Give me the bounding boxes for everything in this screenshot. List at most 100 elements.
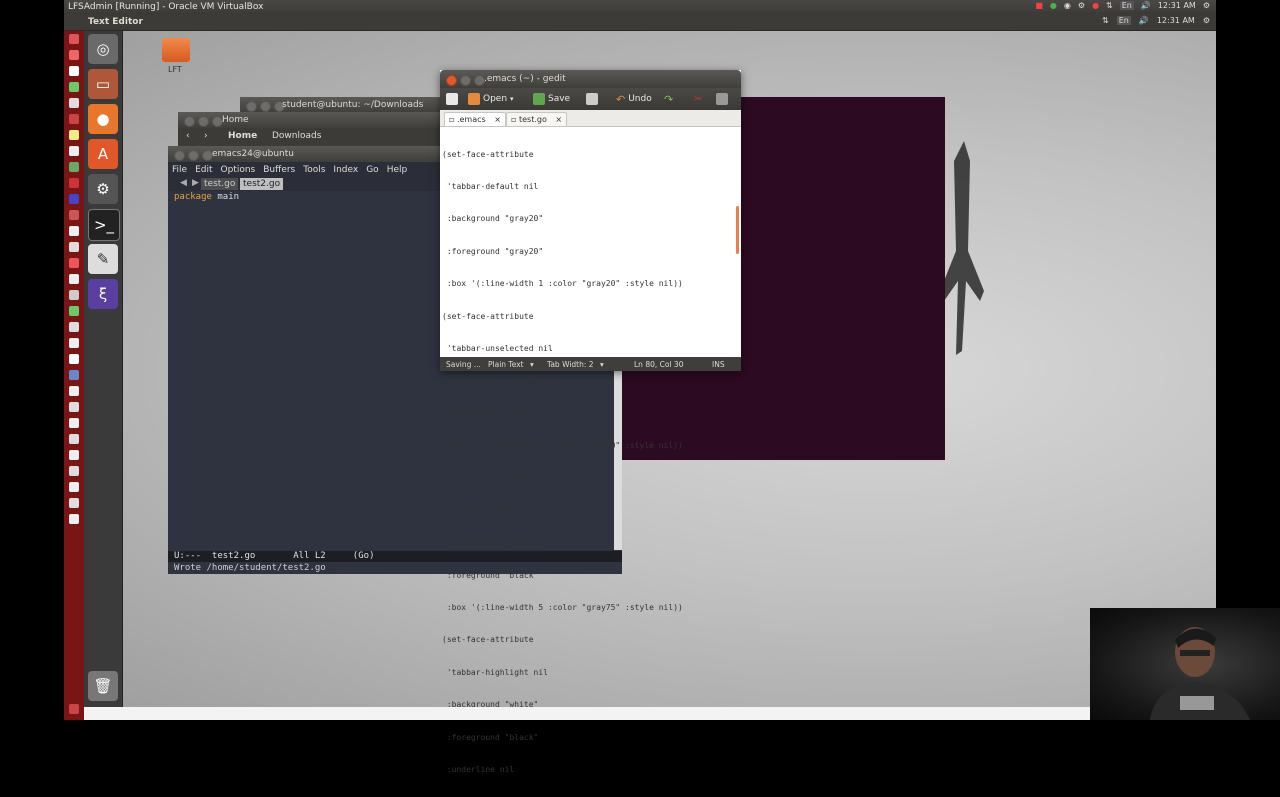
trash-icon[interactable]: 🗑 [88,671,118,701]
files-icon[interactable]: ▭ [88,69,118,99]
menu-options[interactable]: Options [221,165,256,175]
print-button[interactable] [586,92,598,106]
emacs-tab-test-go[interactable]: test.go [201,178,239,190]
desktop-folder-label[interactable]: LFT [168,65,182,74]
host-app-icon[interactable] [69,98,79,108]
host-app-icon[interactable] [69,354,79,364]
volume-icon[interactable]: 🔊 [1141,1,1151,10]
gedit-window[interactable]: .emacs (~) - gedit Open ▾ Save ↶ Undo ↷ ✂ … [440,70,741,774]
host-app-icon[interactable] [69,466,79,476]
minimize-icon[interactable] [460,75,471,86]
back-icon[interactable]: ‹ [186,131,190,141]
breadcrumb-downloads[interactable]: Downloads [272,131,321,141]
gear-icon[interactable]: ⚙ [1203,1,1210,10]
network-icon[interactable]: ⇅ [1102,16,1109,25]
menu-buffers[interactable]: Buffers [263,165,295,175]
host-app-icon[interactable] [69,418,79,428]
folder-icon[interactable] [162,38,190,62]
host-clock[interactable]: 12:31 AM [1158,1,1196,10]
guest-clock[interactable]: 12:31 AM [1157,16,1195,25]
host-app-icon[interactable] [69,210,79,220]
host-app-icon[interactable] [69,130,79,140]
host-app-icon[interactable] [69,34,79,44]
chevron-down-icon[interactable]: ▾ [600,360,604,369]
host-app-icon[interactable] [69,386,79,396]
gedit-text-area[interactable]: (set-face-attribute 'tabbar-default nil … [442,128,683,797]
chevron-down-icon[interactable]: ▾ [510,95,514,103]
forward-icon[interactable]: › [204,131,208,141]
tab-scroll-right-icon[interactable]: ▶ [192,178,199,188]
host-app-icon[interactable] [69,482,79,492]
host-app-icon[interactable] [69,338,79,348]
new-document-button[interactable] [446,92,458,106]
menu-edit[interactable]: Edit [195,165,212,175]
language-selector[interactable]: Plain Text [488,360,524,369]
copy-button[interactable] [716,92,728,106]
close-icon[interactable] [446,75,457,86]
emacs-tab-test2-go[interactable]: test2.go [240,178,284,190]
text-editor-icon[interactable]: ✎ [88,244,118,274]
tab-width-selector[interactable]: Tab Width: 2 [547,360,594,369]
chevron-down-icon[interactable]: ▾ [530,360,534,369]
host-app-icon[interactable] [69,178,79,188]
close-tab-icon[interactable]: × [555,115,562,124]
save-button[interactable]: Save [533,92,570,106]
host-app-icon[interactable] [69,370,79,380]
menu-go[interactable]: Go [366,165,378,175]
keyboard-icon[interactable]: En [1116,16,1131,25]
close-icon[interactable] [246,101,257,112]
gedit-tab-emacs[interactable]: ▫ .emacs × [444,112,506,126]
language-indicator[interactable]: En [1119,1,1134,10]
host-app-icon[interactable] [69,226,79,236]
host-app-icon[interactable] [69,514,79,524]
settings-icon[interactable]: ⚙ [1078,1,1085,10]
menu-index[interactable]: Index [333,165,358,175]
terminal-icon[interactable]: >_ [88,209,120,241]
close-icon[interactable] [184,116,195,127]
volume-icon[interactable]: 🔊 [1139,16,1149,25]
redo-button[interactable]: ↷ [664,92,673,106]
gear-icon[interactable]: ⚙ [1203,16,1210,25]
menu-file[interactable]: File [172,165,187,175]
gedit-tab-test-go[interactable]: ▫ test.go × [506,112,568,126]
host-app-icon[interactable] [69,162,79,172]
gedit-title-bar[interactable]: .emacs (~) - gedit [440,70,741,88]
record-icon[interactable]: ◉ [1064,1,1071,10]
minimize-icon[interactable] [260,101,271,112]
dash-icon[interactable]: ◎ [88,34,118,64]
host-app-icon[interactable] [69,498,79,508]
host-app-icon[interactable] [69,322,79,332]
host-app-icon[interactable] [69,82,79,92]
emacs-icon[interactable]: ξ [88,279,118,309]
minimize-icon[interactable] [188,150,199,161]
breadcrumb-home[interactable]: Home [228,131,257,141]
emacs-buffer-text[interactable]: package main [174,192,239,202]
close-icon[interactable] [174,150,185,161]
host-app-icon[interactable] [69,450,79,460]
open-button[interactable]: Open ▾ [468,92,514,106]
host-app-icon[interactable] [69,402,79,412]
host-app-icon[interactable] [69,434,79,444]
host-app-icon[interactable] [69,290,79,300]
menu-tools[interactable]: Tools [303,165,325,175]
tab-scroll-left-icon[interactable]: ◀ [180,178,187,188]
settings-icon[interactable]: ⚙ [88,174,118,204]
host-app-icon[interactable] [69,114,79,124]
minimize-icon[interactable] [198,116,209,127]
software-center-icon[interactable]: A [88,139,118,169]
host-app-icon[interactable] [69,306,79,316]
alert-icon[interactable]: ● [1092,1,1099,10]
gedit-scrollbar-thumb[interactable] [736,206,739,254]
network-icon[interactable]: ⇅ [1106,1,1113,10]
host-app-icon[interactable] [69,50,79,60]
close-tab-icon[interactable]: × [494,115,501,124]
host-app-icon[interactable] [69,704,79,714]
host-app-icon[interactable] [69,146,79,156]
firefox-icon[interactable]: ● [88,104,118,134]
host-app-icon[interactable] [69,258,79,268]
host-app-icon[interactable] [69,274,79,284]
camera-icon[interactable]: ■ [1035,1,1043,10]
host-app-icon[interactable] [69,242,79,252]
chrome-icon[interactable]: ● [1050,1,1057,10]
menu-help[interactable]: Help [387,165,408,175]
